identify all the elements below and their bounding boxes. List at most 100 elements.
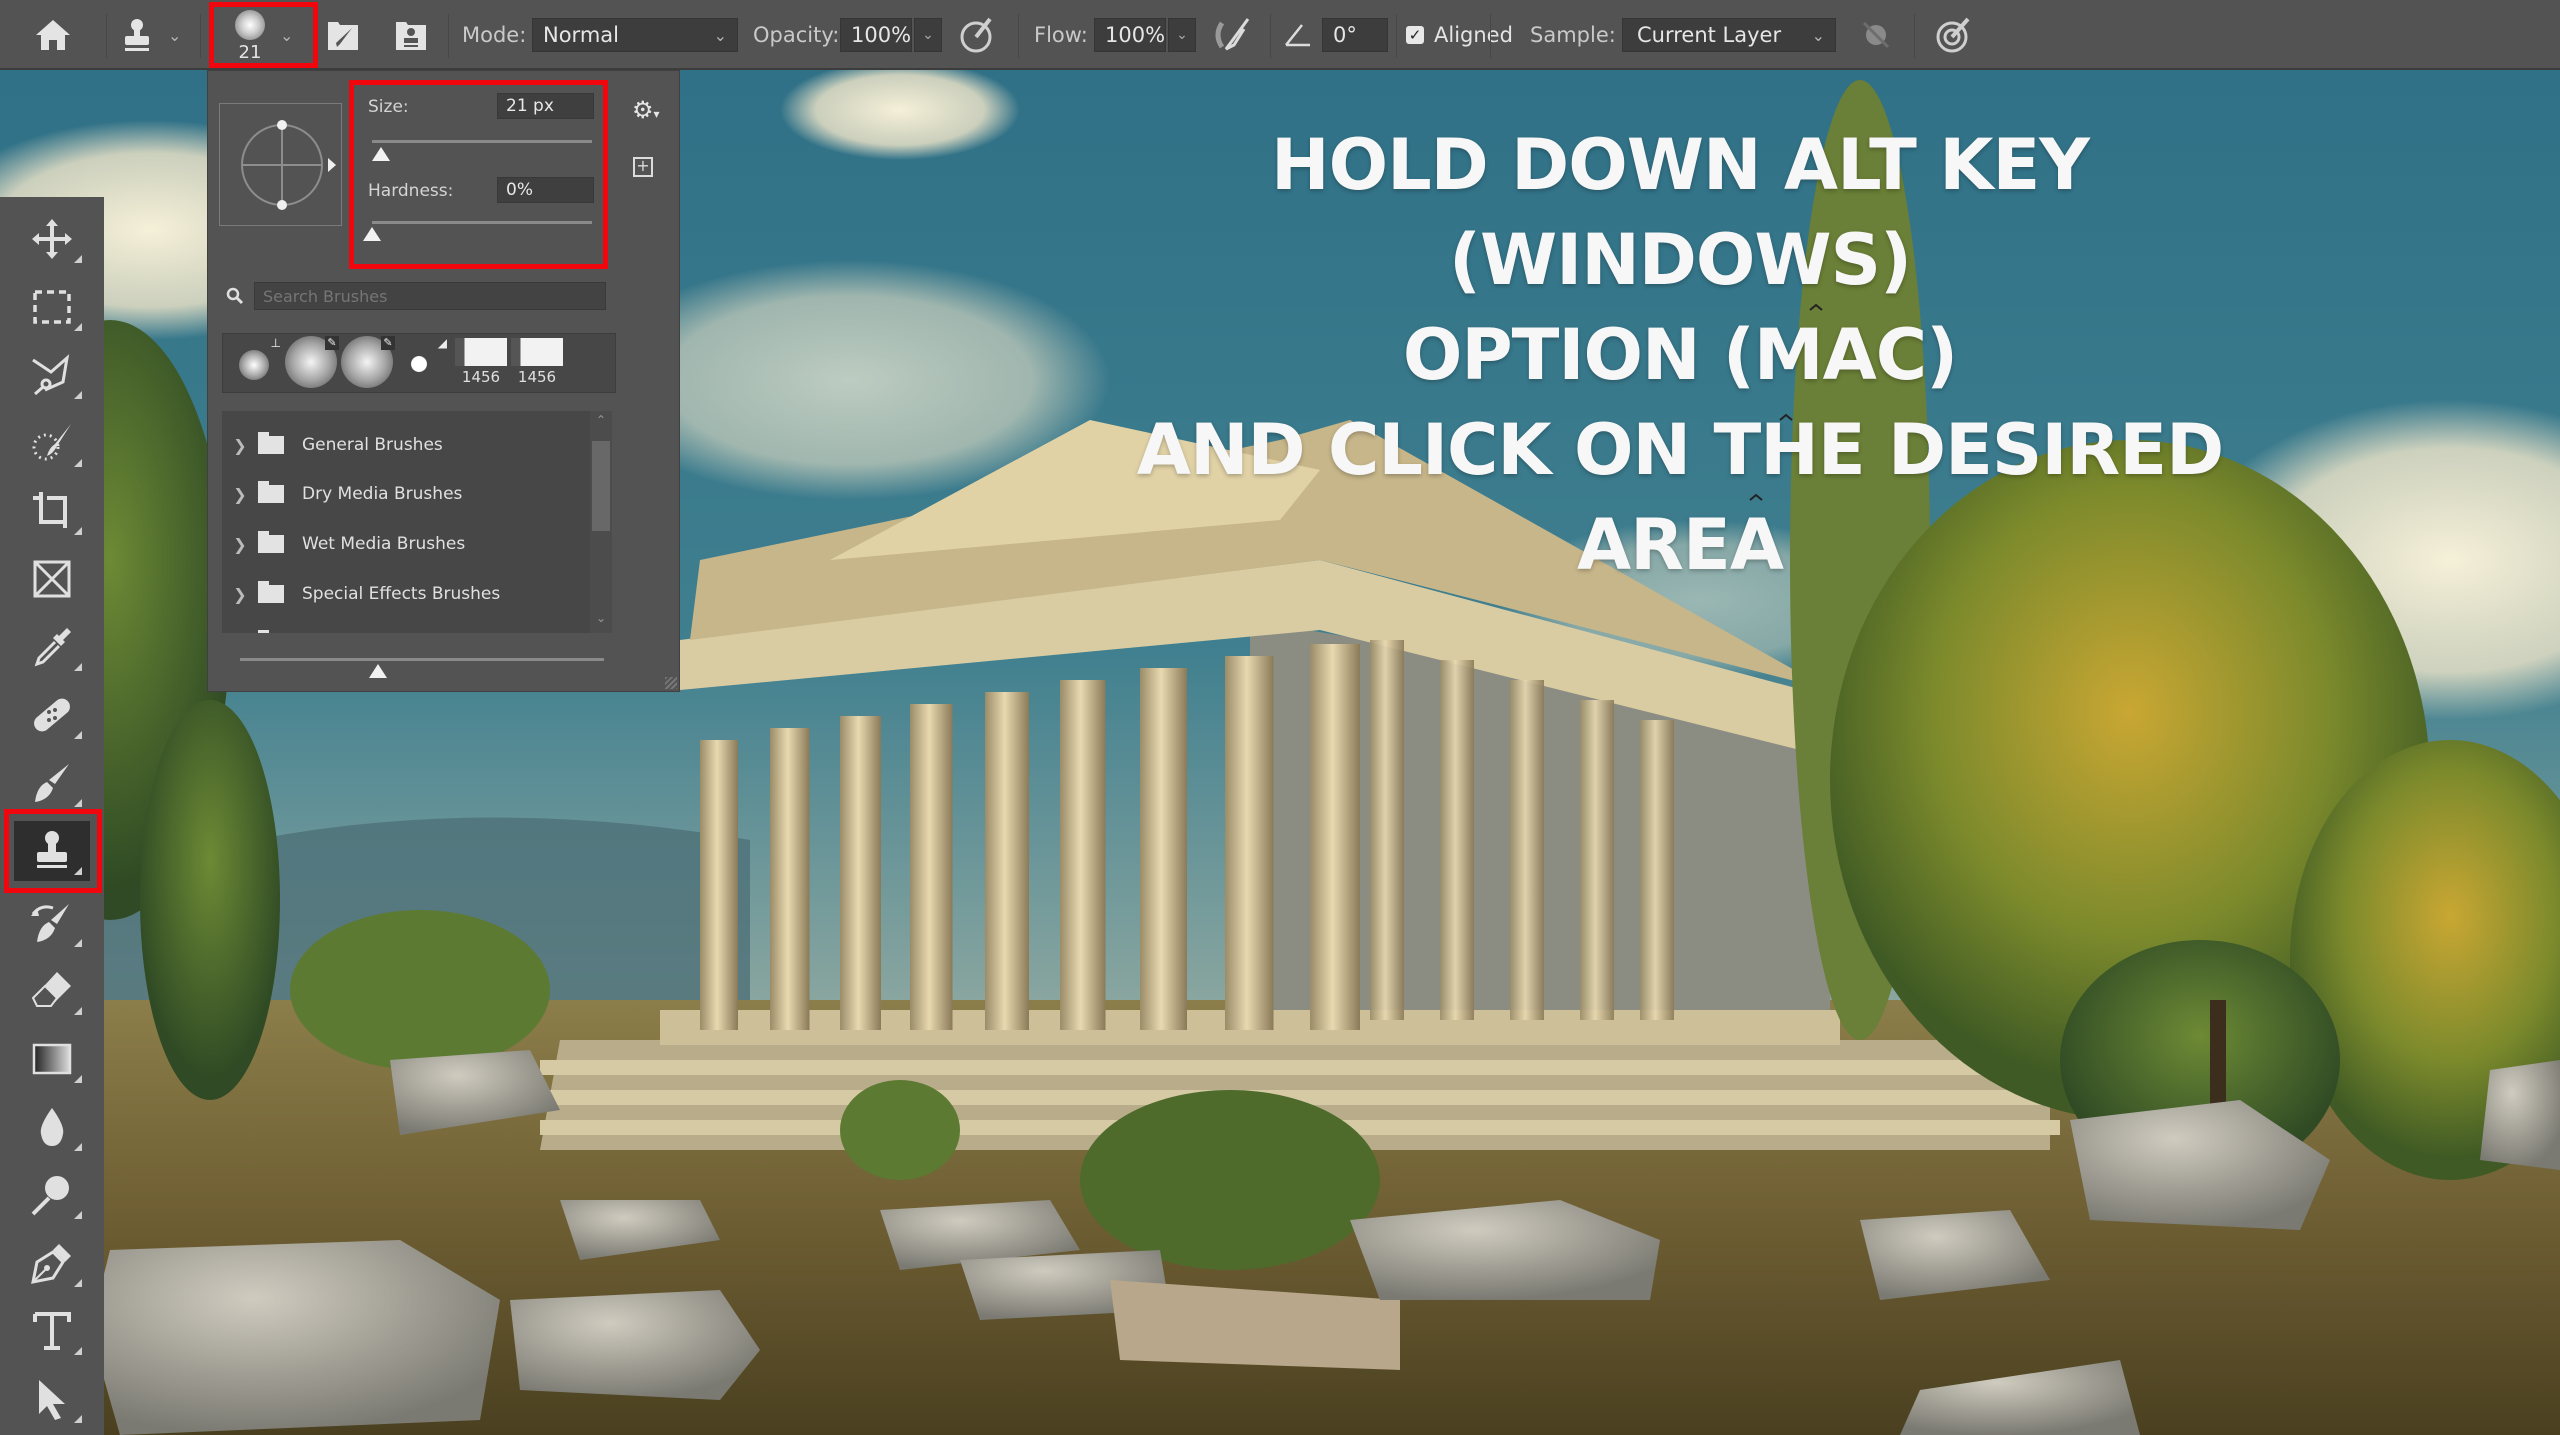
angle-input[interactable]: 0° bbox=[1322, 18, 1388, 52]
preview-size-slider-handle[interactable] bbox=[369, 664, 388, 678]
flow-input[interactable]: 100% bbox=[1094, 18, 1166, 52]
chevron-down-icon: ⌄ bbox=[1176, 27, 1188, 43]
brush-angle-roundness-preview[interactable] bbox=[219, 103, 342, 226]
brush-preset-item[interactable]: ✎ bbox=[285, 336, 339, 390]
mode-select[interactable]: Normal ⌄ bbox=[532, 0, 738, 70]
type-icon bbox=[33, 1312, 71, 1350]
folder-item[interactable]: ❯ Special Effects Brushes bbox=[222, 570, 592, 618]
frame-tool-button[interactable] bbox=[14, 549, 90, 609]
temple-column bbox=[1140, 668, 1187, 1030]
chevron-right-icon: ❯ bbox=[233, 484, 247, 504]
highlight-clone-stamp-tool bbox=[4, 809, 102, 893]
airbrush-icon bbox=[1215, 18, 1250, 51]
water-drop-icon bbox=[40, 1108, 64, 1146]
opacity-dropdown-button[interactable]: ⌄ bbox=[914, 18, 942, 52]
mode-value: Normal bbox=[543, 23, 619, 47]
flow-dropdown-button[interactable]: ⌄ bbox=[1168, 18, 1196, 52]
temple-column bbox=[1060, 680, 1106, 1030]
temple-column bbox=[1370, 640, 1404, 1020]
move-tool-button[interactable] bbox=[14, 209, 90, 269]
airbrush-toggle[interactable] bbox=[1212, 0, 1254, 70]
brush-preset-item[interactable]: 1456 bbox=[509, 336, 565, 390]
opacity-input[interactable]: 100% bbox=[840, 18, 912, 52]
brush-preset-item[interactable]: ⊥ bbox=[229, 336, 283, 390]
blur-tool-button[interactable] bbox=[14, 1097, 90, 1157]
eyedropper-tool-button[interactable] bbox=[14, 617, 90, 677]
eraser-icon bbox=[31, 972, 71, 1007]
checkbox-checked-icon: ✓ bbox=[1406, 26, 1424, 44]
options-bar: ⌄ 21 ⌄ Mode: Normal ⌄ Opacity: 100% ⌄ Fl… bbox=[0, 0, 2560, 70]
tool-preset-picker[interactable]: ⌄ bbox=[120, 0, 181, 70]
clone-stamp-icon bbox=[125, 19, 149, 51]
brush-preset-item[interactable]: ✎ bbox=[341, 336, 395, 390]
instruction-line-3: AND CLICK ON THE DESIRED AREA bbox=[1136, 409, 2224, 586]
healing-brush-tool-button[interactable] bbox=[14, 685, 90, 745]
brush-settings-panel-icon bbox=[328, 22, 358, 50]
pressure-size-toggle[interactable] bbox=[1934, 0, 1974, 70]
gradient-tool-button[interactable] bbox=[14, 1029, 90, 1089]
preset-size-label: 1456 bbox=[461, 368, 501, 386]
brush-preset-picker-panel: Size: 21 px Hardness: 0% ⚙▾ + ⊥ ✎ ✎ ◢ bbox=[207, 70, 680, 692]
tools-panel bbox=[0, 197, 104, 1435]
brush-preset-item[interactable]: ◢ bbox=[397, 336, 451, 390]
home-button[interactable] bbox=[34, 0, 72, 70]
folder-name: Special Effects Brushes bbox=[302, 584, 501, 604]
chevron-down-icon: ⌄ bbox=[922, 27, 934, 43]
folder-list-scrollbar[interactable]: ⌃ ⌄ bbox=[590, 411, 612, 633]
instruction-overlay: HOLD DOWN ALT KEY (WINDOWS) OPTION (MAC)… bbox=[1060, 118, 2300, 593]
frame-icon bbox=[33, 560, 71, 598]
instruction-line-1: HOLD DOWN ALT KEY (WINDOWS) bbox=[1270, 124, 2090, 301]
sample-select[interactable]: Current Layer ⌄ bbox=[1622, 0, 1836, 70]
resize-grip-icon[interactable] bbox=[665, 677, 677, 689]
panel-settings-button[interactable]: ⚙▾ bbox=[632, 95, 662, 125]
scroll-up-arrow[interactable]: ⌃ bbox=[590, 413, 612, 427]
pen-icon bbox=[31, 1244, 71, 1284]
ignore-adjustment-layers-icon bbox=[1862, 21, 1890, 49]
folder-item[interactable]: ❯ Wet Media Brushes bbox=[222, 520, 592, 568]
ignore-adjustment-layers-toggle[interactable] bbox=[1860, 0, 1892, 70]
path-selection-tool-button[interactable] bbox=[14, 1369, 90, 1429]
folder-item[interactable]: ❯ General Brushes bbox=[222, 421, 592, 469]
folder-name: General Brushes bbox=[302, 435, 443, 455]
new-preset-button[interactable]: + bbox=[633, 157, 653, 177]
brush-badge-icon: ✎ bbox=[381, 336, 395, 350]
pressure-opacity-icon bbox=[960, 17, 992, 53]
lasso-tool-button[interactable] bbox=[14, 345, 90, 405]
brush-icon bbox=[35, 764, 69, 802]
scrollbar-thumb[interactable] bbox=[592, 441, 610, 531]
move-icon bbox=[32, 219, 72, 259]
brush-preset-item[interactable]: 1456 bbox=[453, 336, 509, 390]
preview-size-slider-track[interactable] bbox=[240, 658, 604, 661]
type-tool-button[interactable] bbox=[14, 1301, 90, 1361]
sample-label: Sample: bbox=[1530, 23, 1616, 47]
marquee-tool-button[interactable] bbox=[14, 277, 90, 337]
folder-icon bbox=[258, 531, 284, 553]
brush-badge-icon: ✎ bbox=[325, 336, 339, 350]
angle-icon-wrap bbox=[1284, 0, 1312, 70]
scroll-down-arrow[interactable]: ⌄ bbox=[590, 611, 612, 625]
temple-column bbox=[985, 692, 1029, 1030]
crop-tool-button[interactable] bbox=[14, 481, 90, 541]
quick-selection-icon bbox=[32, 424, 71, 461]
eraser-badge-icon: ◢ bbox=[437, 336, 447, 350]
toggle-brush-settings-button[interactable] bbox=[326, 0, 360, 70]
aligned-checkbox[interactable]: ✓ Aligned bbox=[1406, 0, 1513, 70]
quick-selection-tool-button[interactable] bbox=[14, 413, 90, 473]
temple-column bbox=[1640, 720, 1674, 1020]
opacity-value: 100% bbox=[851, 23, 912, 47]
dodge-tool-button[interactable] bbox=[14, 1165, 90, 1225]
eraser-tool-button[interactable] bbox=[14, 961, 90, 1021]
brush-tool-button[interactable] bbox=[14, 753, 90, 813]
toggle-clone-source-button[interactable] bbox=[394, 0, 428, 70]
flow-value: 100% bbox=[1105, 23, 1166, 47]
gradient-icon bbox=[32, 1043, 72, 1075]
pen-tool-button[interactable] bbox=[14, 1233, 90, 1293]
search-brushes-input[interactable] bbox=[254, 282, 606, 310]
folder-item[interactable]: ❯ Dry Media Brushes bbox=[222, 470, 592, 518]
folder-icon bbox=[258, 481, 284, 503]
pressure-opacity-toggle[interactable] bbox=[958, 0, 998, 70]
home-icon bbox=[36, 20, 70, 50]
history-brush-tool-button[interactable] bbox=[14, 893, 90, 953]
arrow-pointer-icon bbox=[39, 1380, 65, 1420]
folder-item-partial[interactable]: ❯ bbox=[222, 619, 592, 633]
